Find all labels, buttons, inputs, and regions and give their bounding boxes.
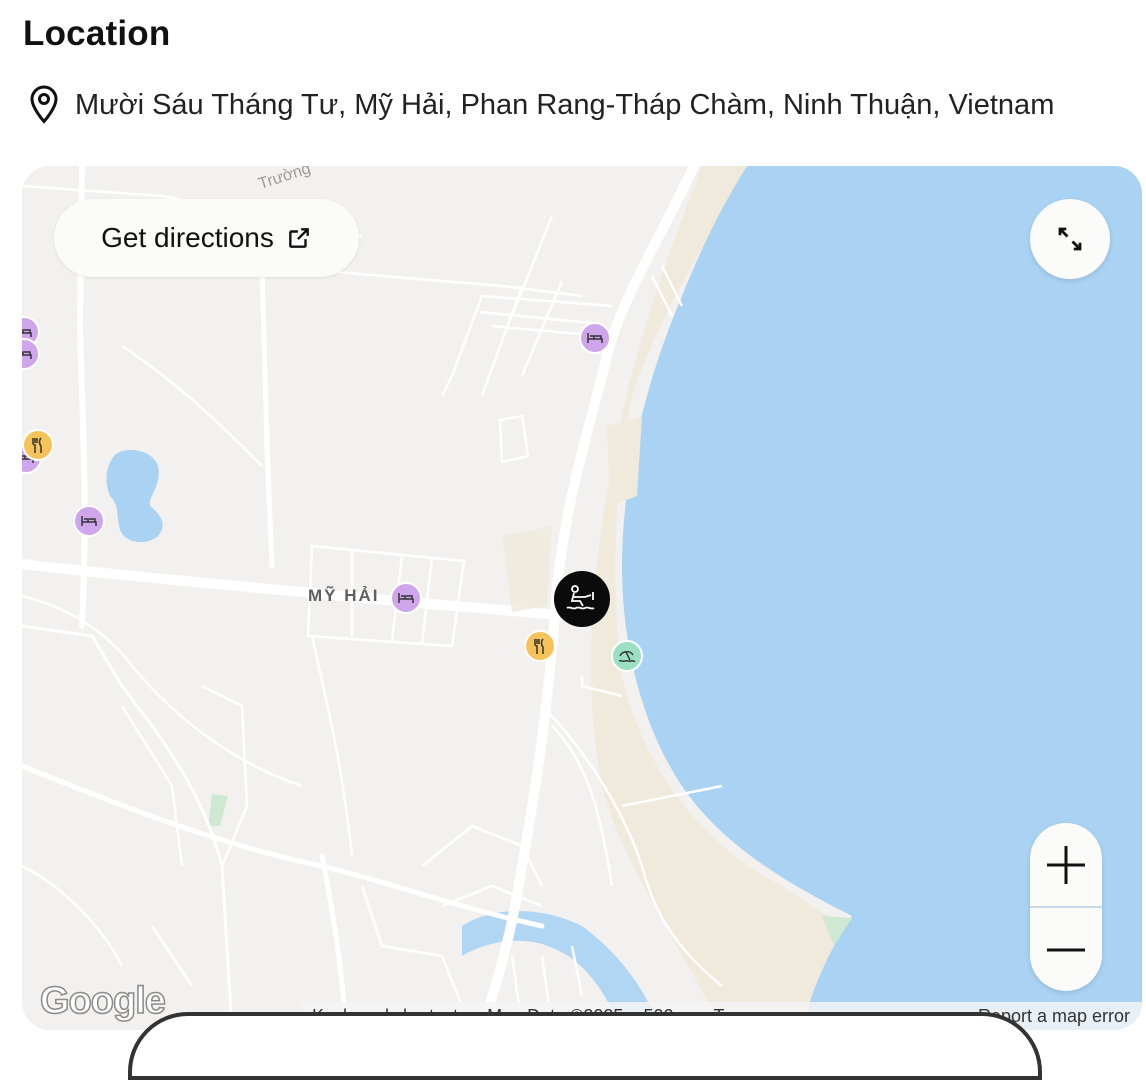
external-link-icon — [289, 228, 309, 248]
beach-marker[interactable] — [611, 640, 643, 672]
hotel-bed-icon — [587, 333, 603, 343]
hotel-marker[interactable] — [390, 582, 422, 614]
hotel-bed-icon — [81, 516, 97, 526]
hotel-bed-icon — [22, 351, 32, 359]
place-label: MỸ HẢI — [308, 586, 380, 605]
selected-location-marker[interactable] — [554, 571, 610, 627]
bottom-sheet[interactable] — [128, 1012, 1042, 1080]
zoom-control — [1030, 823, 1102, 991]
address-row: Mười Sáu Tháng Tư, Mỹ Hải, Phan Rang-Thá… — [26, 84, 1054, 126]
hotel-bed-icon — [22, 329, 32, 337]
address-text: Mười Sáu Tháng Tư, Mỹ Hải, Phan Rang-Thá… — [75, 88, 1055, 121]
map-view[interactable]: Trường Get directions MỸ HẢI Google Repo… — [22, 166, 1142, 1030]
section-title: Location — [23, 14, 171, 53]
minus-icon — [1047, 948, 1085, 951]
google-logo: Google — [39, 979, 166, 1023]
water-ski-icon — [566, 585, 595, 610]
restaurant-marker[interactable] — [22, 429, 54, 461]
hotel-bed-icon — [398, 593, 414, 603]
map-pin-icon — [30, 85, 58, 124]
fullscreen-button[interactable] — [1030, 199, 1110, 279]
restaurant-icon — [32, 437, 42, 453]
zoom-in-button[interactable] — [1030, 823, 1102, 906]
hotel-marker[interactable] — [579, 322, 611, 354]
get-directions-label: Get directions — [101, 222, 274, 253]
beach-umbrella-icon — [618, 651, 636, 662]
restaurant-marker[interactable] — [524, 630, 556, 662]
zoom-out-button[interactable] — [1030, 908, 1102, 991]
plus-icon — [1047, 845, 1085, 884]
get-directions-button[interactable]: Get directions — [54, 199, 359, 277]
restaurant-icon — [534, 638, 544, 654]
expand-icon — [1058, 227, 1082, 251]
hotel-marker[interactable] — [73, 505, 105, 537]
